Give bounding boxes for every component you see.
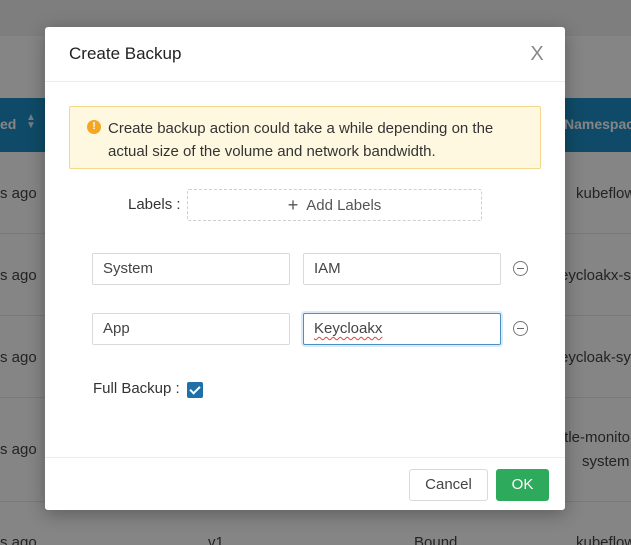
warning-icon: ! (87, 120, 101, 134)
cancel-button[interactable]: Cancel (409, 469, 488, 501)
plus-icon: + (287, 195, 299, 215)
create-backup-modal: Create Backup X ! Create backup action c… (45, 27, 565, 510)
label-value-text: Keycloakx (314, 320, 383, 337)
modal-header: Create Backup X (45, 27, 565, 82)
label-value-input[interactable]: IAM (303, 253, 501, 285)
ok-button[interactable]: OK (496, 469, 549, 501)
add-labels-button[interactable]: + Add Labels (187, 189, 482, 221)
full-backup-checkbox[interactable] (187, 382, 203, 398)
label-key-input[interactable]: App (92, 313, 290, 345)
label-key-input[interactable]: System (92, 253, 290, 285)
label-value-input[interactable]: Keycloakx (303, 313, 501, 345)
modal-footer: Cancel OK (45, 457, 565, 510)
modal-title: Create Backup (69, 44, 182, 63)
close-icon[interactable]: X (527, 43, 547, 65)
remove-label-icon[interactable] (513, 321, 528, 336)
add-labels-text: Add Labels (306, 197, 382, 214)
remove-label-icon[interactable] (513, 261, 528, 276)
labels-field-label: Labels : (128, 196, 181, 213)
warning-alert: ! Create backup action could take a whil… (69, 106, 541, 169)
full-backup-label: Full Backup : (93, 380, 180, 397)
alert-message: Create backup action could take a while … (108, 120, 494, 160)
